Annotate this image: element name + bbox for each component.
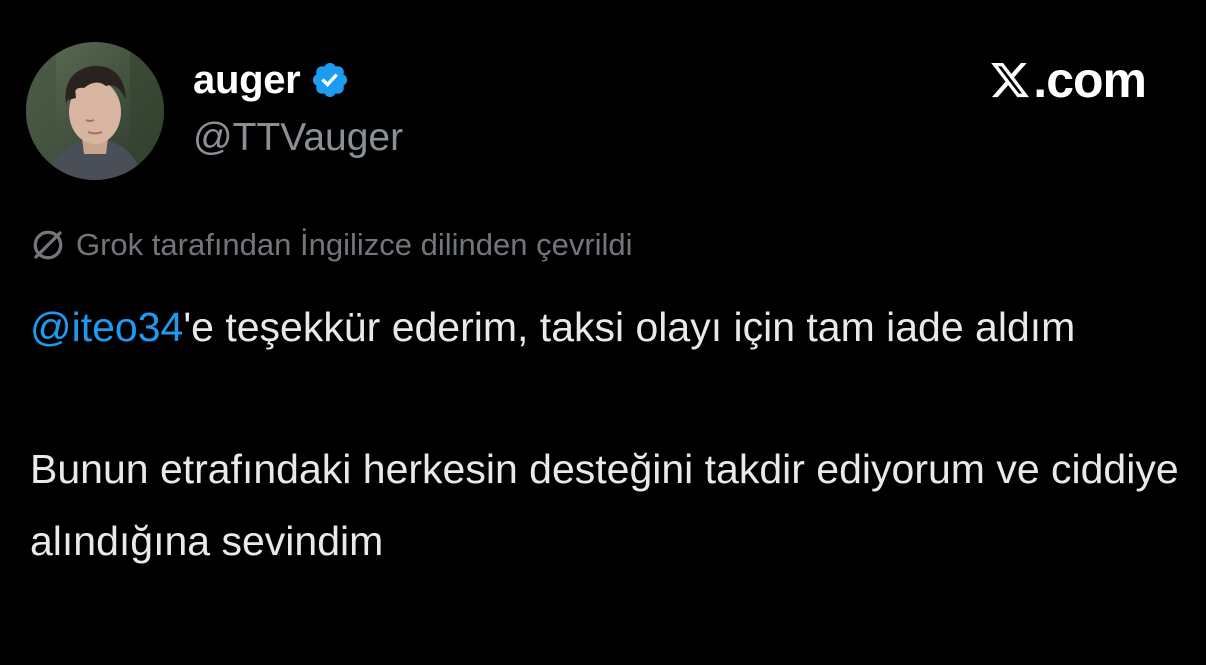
mention-link[interactable]: @iteo34 — [30, 304, 183, 350]
avatar[interactable] — [26, 42, 164, 180]
author-display-name[interactable]: auger — [193, 58, 301, 103]
translation-note: Grok tarafından İngilizce dilinden çevri… — [30, 225, 633, 265]
author-name-row: auger — [193, 56, 350, 104]
verified-badge-icon[interactable] — [310, 60, 350, 100]
avatar-image — [26, 42, 164, 180]
tweet-text: @iteo34'e teşekkür ederim, taksi olayı i… — [30, 292, 1180, 577]
author-handle[interactable]: @TTVauger — [193, 116, 403, 160]
tweet-paragraph-1: @iteo34'e teşekkür ederim, taksi olayı i… — [30, 292, 1180, 363]
grok-icon — [30, 227, 66, 263]
x-logo-icon — [989, 59, 1031, 101]
brand-watermark: .com — [989, 52, 1147, 108]
tweet-paragraph-2: Bunun etrafındaki herkesin desteğini tak… — [30, 446, 1179, 564]
brand-text: .com — [1033, 52, 1147, 108]
translation-note-text: Grok tarafından İngilizce dilinden çevri… — [76, 227, 633, 262]
tweet-paragraph-1-text: 'e teşekkür ederim, taksi olayı için tam… — [183, 304, 1076, 350]
